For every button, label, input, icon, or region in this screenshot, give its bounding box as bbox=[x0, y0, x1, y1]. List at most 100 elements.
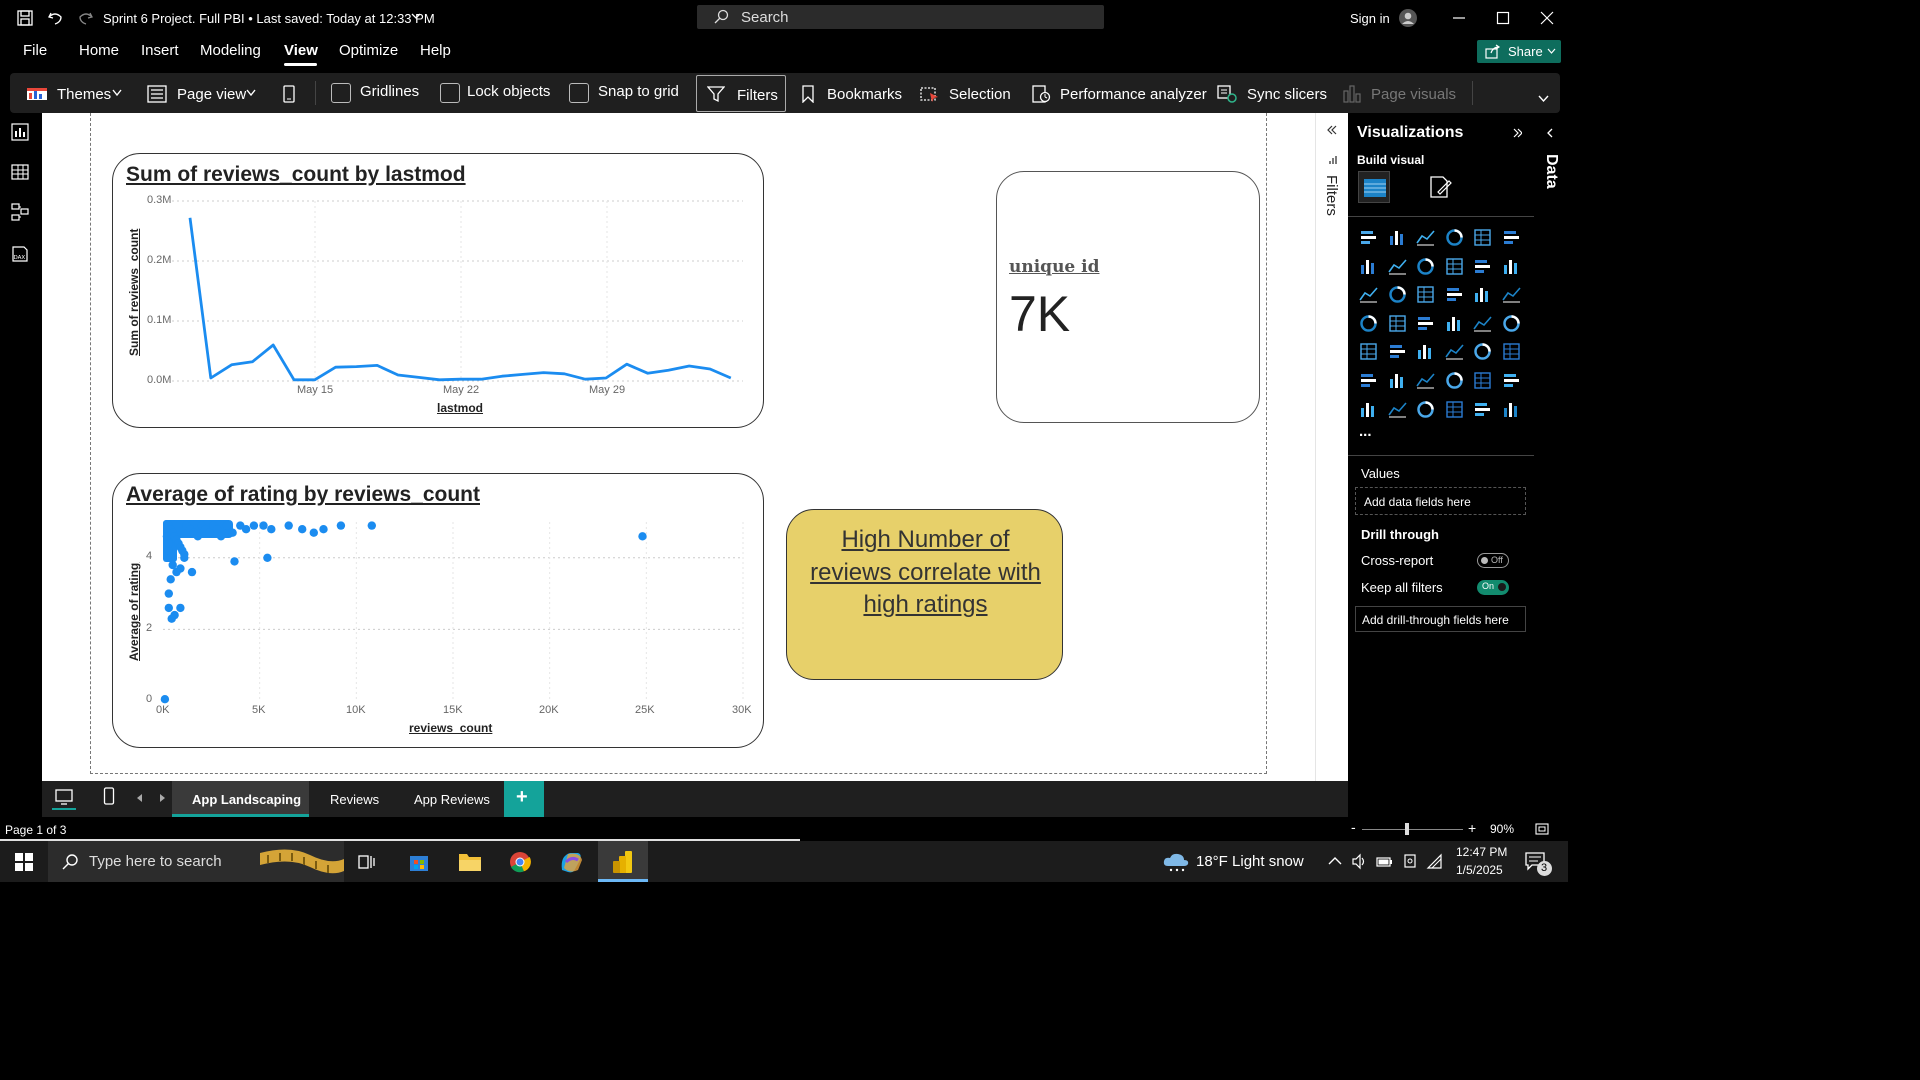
chevron-down-icon[interactable] bbox=[112, 89, 122, 97]
save-icon[interactable] bbox=[16, 9, 34, 27]
visual-type-icon[interactable] bbox=[1359, 342, 1378, 361]
visual-type-icon[interactable] bbox=[1388, 314, 1407, 333]
fit-to-page-icon[interactable] bbox=[1535, 823, 1549, 835]
selection-button[interactable]: Selection bbox=[949, 86, 1011, 103]
cross-report-toggle[interactable]: Off bbox=[1477, 553, 1509, 568]
maximize-icon[interactable] bbox=[1494, 9, 1512, 27]
avatar-icon[interactable] bbox=[1398, 8, 1418, 28]
zoom-slider-track[interactable] bbox=[1362, 829, 1463, 830]
device-icon[interactable] bbox=[1402, 853, 1418, 870]
visual-type-icon[interactable] bbox=[1416, 400, 1435, 419]
model-view-icon[interactable] bbox=[11, 203, 29, 221]
filters-pane-collapsed[interactable]: Filters bbox=[1315, 113, 1348, 781]
visual-type-icon[interactable] bbox=[1445, 257, 1464, 276]
file-explorer-icon[interactable] bbox=[458, 851, 482, 873]
speaker-icon[interactable] bbox=[1351, 853, 1368, 870]
copilot-icon[interactable] bbox=[558, 850, 584, 874]
minimize-icon[interactable] bbox=[1450, 9, 1468, 27]
taskbar-search-box[interactable]: Type here to search bbox=[48, 841, 344, 882]
tab-reviews[interactable]: Reviews bbox=[309, 781, 395, 817]
visual-type-icon[interactable] bbox=[1388, 285, 1407, 304]
visual-type-icon[interactable] bbox=[1416, 285, 1435, 304]
lock-objects-checkbox[interactable] bbox=[440, 83, 460, 103]
visual-type-icon[interactable] bbox=[1445, 371, 1464, 390]
expand-data-icon[interactable] bbox=[1546, 128, 1556, 138]
data-pane-collapsed[interactable]: Data bbox=[1534, 113, 1568, 818]
clock-time[interactable]: 12:47 PM bbox=[1456, 845, 1507, 859]
page-view-button[interactable]: Page view bbox=[177, 86, 246, 103]
gridlines-checkbox[interactable] bbox=[331, 83, 351, 103]
visual-type-icon[interactable] bbox=[1473, 400, 1492, 419]
sync-slicers-button[interactable]: Sync slicers bbox=[1247, 86, 1327, 103]
visual-type-icon[interactable] bbox=[1473, 371, 1492, 390]
visual-type-icon[interactable] bbox=[1445, 342, 1464, 361]
themes-button[interactable]: Themes bbox=[57, 86, 111, 103]
visual-type-icon[interactable] bbox=[1387, 400, 1407, 419]
visual-type-icon[interactable] bbox=[1445, 228, 1464, 247]
windows-start-icon[interactable] bbox=[15, 853, 33, 871]
mobile-layout-icon[interactable] bbox=[103, 787, 115, 805]
battery-icon[interactable] bbox=[1376, 854, 1393, 869]
sign-in-link[interactable]: Sign in bbox=[1350, 11, 1390, 26]
microsoft-store-icon[interactable] bbox=[408, 851, 430, 873]
filters-toggle-button[interactable]: Filters bbox=[696, 75, 786, 112]
table-view-icon[interactable] bbox=[11, 163, 29, 181]
visual-type-icon[interactable] bbox=[1416, 314, 1435, 333]
visual-type-icon[interactable] bbox=[1416, 228, 1435, 247]
visual-type-icon[interactable] bbox=[1359, 371, 1378, 390]
visual-type-icon[interactable] bbox=[1445, 400, 1464, 419]
visual-type-icon[interactable] bbox=[1473, 257, 1492, 276]
visual-type-icon[interactable] bbox=[1502, 371, 1521, 390]
snap-to-grid-checkbox[interactable] bbox=[569, 83, 589, 103]
tab-app-reviews[interactable]: App Reviews bbox=[395, 781, 502, 817]
visual-type-icon[interactable] bbox=[1445, 314, 1464, 333]
visual-type-icon[interactable] bbox=[1416, 342, 1435, 361]
clock-date[interactable]: 1/5/2025 bbox=[1456, 863, 1503, 877]
add-page-button[interactable]: + bbox=[504, 781, 544, 817]
performance-analyzer-button[interactable]: Performance analyzer bbox=[1060, 86, 1207, 103]
visual-type-icon[interactable] bbox=[1502, 342, 1521, 361]
visual-type-icon[interactable] bbox=[1359, 400, 1378, 419]
values-drop-zone[interactable]: Add data fields here bbox=[1355, 487, 1526, 515]
redo-icon[interactable] bbox=[77, 9, 95, 27]
visual-type-icon[interactable] bbox=[1359, 285, 1378, 304]
visual-type-icon[interactable] bbox=[1502, 400, 1521, 419]
zoom-level[interactable]: 90% bbox=[1490, 822, 1514, 836]
menu-view[interactable]: View bbox=[284, 42, 318, 59]
chrome-icon[interactable] bbox=[509, 851, 531, 873]
menu-file[interactable]: File bbox=[23, 42, 47, 59]
collapse-ribbon-icon[interactable] bbox=[1538, 95, 1549, 103]
line-chart-visual[interactable]: Sum of reviews_count by lastmod 0.3M 0.2… bbox=[112, 153, 764, 428]
zoom-slider-thumb[interactable] bbox=[1405, 823, 1409, 835]
task-view-icon[interactable] bbox=[358, 853, 376, 871]
visual-type-icon[interactable] bbox=[1502, 257, 1521, 276]
expand-filters-icon[interactable] bbox=[1327, 125, 1337, 135]
weather-text[interactable]: 18°F Light snow bbox=[1196, 853, 1304, 870]
undo-icon[interactable] bbox=[46, 9, 64, 27]
visual-type-icon[interactable] bbox=[1473, 228, 1492, 247]
visual-type-icon[interactable] bbox=[1416, 257, 1435, 276]
menu-modeling[interactable]: Modeling bbox=[200, 42, 261, 59]
visual-type-icon[interactable] bbox=[1502, 285, 1521, 304]
power-bi-taskbar-button[interactable] bbox=[598, 841, 648, 882]
drill-through-drop-zone[interactable]: Add drill-through fields here bbox=[1355, 606, 1526, 632]
chevron-down-icon[interactable] bbox=[246, 89, 256, 97]
visual-type-icon[interactable] bbox=[1473, 342, 1492, 361]
visual-type-icon[interactable] bbox=[1359, 257, 1378, 276]
visual-type-icon[interactable] bbox=[1387, 257, 1407, 276]
next-page-icon[interactable] bbox=[159, 794, 165, 802]
desktop-layout-icon[interactable] bbox=[55, 788, 73, 806]
zoom-out-button[interactable]: - bbox=[1351, 819, 1356, 835]
report-view-icon[interactable] bbox=[11, 123, 29, 141]
close-icon[interactable] bbox=[1538, 9, 1556, 27]
menu-insert[interactable]: Insert bbox=[141, 42, 179, 59]
chevron-up-icon[interactable] bbox=[1328, 856, 1342, 865]
menu-home[interactable]: Home bbox=[79, 42, 119, 59]
visual-type-icon[interactable] bbox=[1502, 228, 1521, 247]
mobile-layout-icon[interactable] bbox=[282, 85, 296, 103]
visual-type-icon[interactable] bbox=[1502, 314, 1521, 333]
previous-page-icon[interactable] bbox=[137, 794, 143, 802]
visual-type-icon[interactable] bbox=[1359, 228, 1378, 247]
visual-type-icon[interactable] bbox=[1416, 371, 1435, 390]
keep-all-filters-toggle[interactable]: On bbox=[1477, 580, 1509, 595]
